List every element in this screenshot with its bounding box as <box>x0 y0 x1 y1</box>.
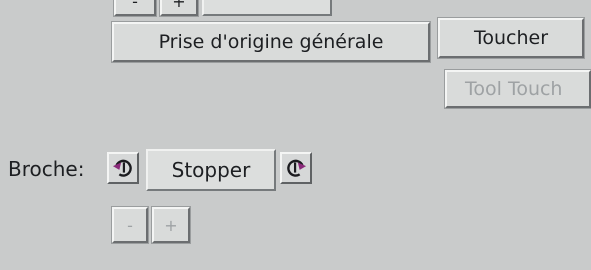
top-minus-label: - <box>132 0 138 11</box>
spindle-cw-button[interactable] <box>280 152 312 184</box>
spindle-label: Broche: <box>8 157 85 181</box>
tool-touch-label: Tool Touch <box>465 78 563 100</box>
spindle-state-text: Stopper <box>171 158 251 182</box>
tool-touch-button[interactable]: Tool Touch <box>445 70 591 108</box>
touch-button[interactable]: Toucher <box>438 18 584 58</box>
spindle-increase-button[interactable]: + <box>152 207 190 243</box>
spindle-decrease-button[interactable]: - <box>112 207 148 243</box>
spindle-decrease-label: - <box>127 215 133 235</box>
top-plus-button[interactable]: + <box>160 0 198 16</box>
spindle-ccw-button[interactable] <box>107 152 139 184</box>
home-all-label: Prise d'origine générale <box>158 31 384 53</box>
top-field[interactable] <box>202 0 332 16</box>
spindle-increase-label: + <box>164 215 178 235</box>
rotate-cw-icon <box>287 159 307 177</box>
rotate-ccw-icon <box>112 159 132 177</box>
top-plus-label: + <box>172 0 186 11</box>
home-all-button[interactable]: Prise d'origine générale <box>112 22 430 62</box>
top-minus-button[interactable]: - <box>114 0 156 16</box>
touch-label: Toucher <box>473 27 549 49</box>
spindle-state-display: Stopper <box>146 149 276 191</box>
